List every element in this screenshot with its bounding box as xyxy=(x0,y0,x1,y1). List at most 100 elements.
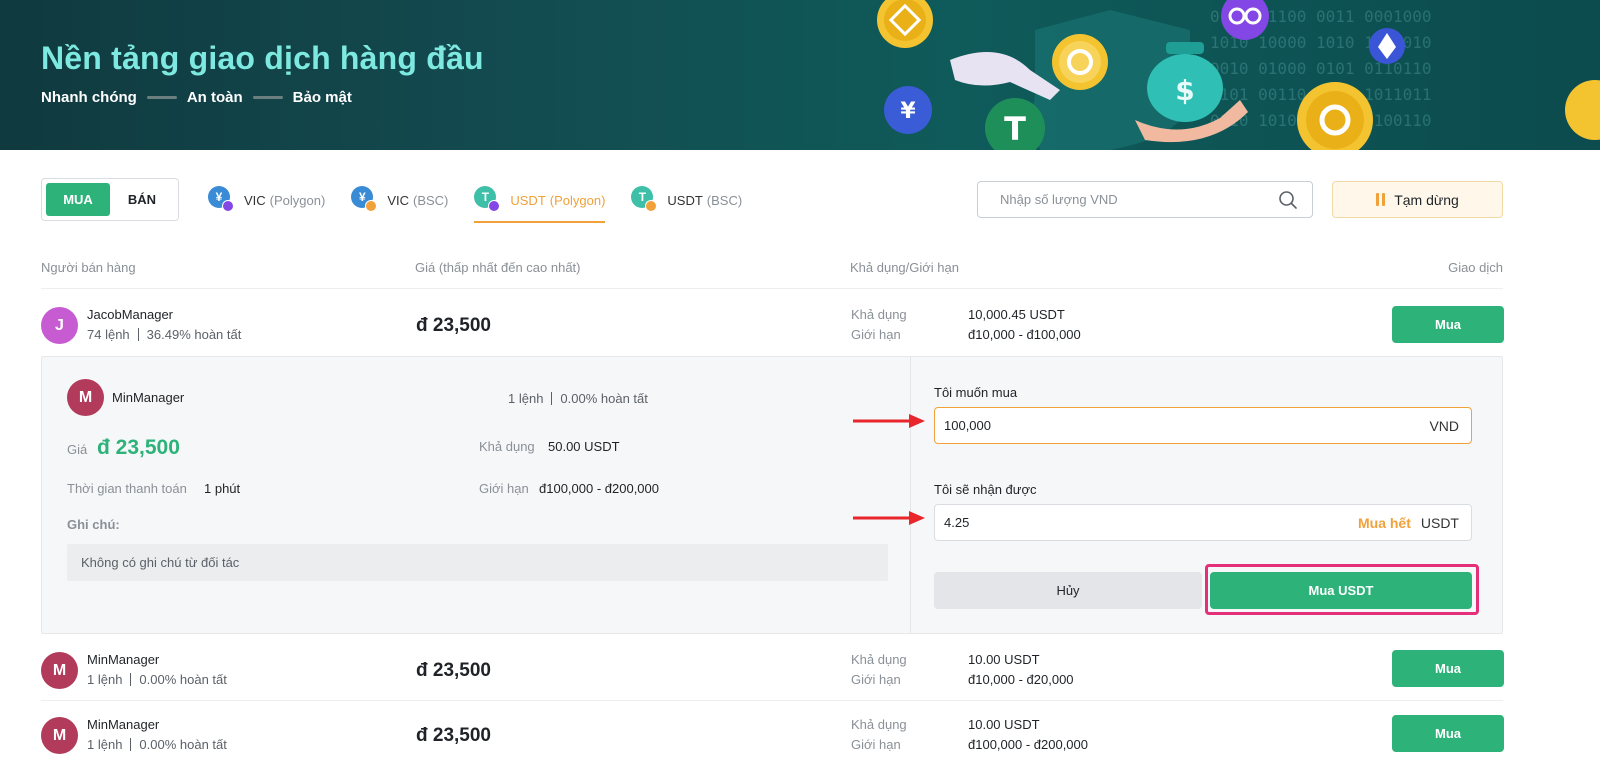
available-value: 10,000.45 USDT xyxy=(968,307,1065,322)
vnd-amount-field: VND xyxy=(934,407,1472,444)
want-buy-label: Tôi muốn mua xyxy=(934,385,1018,400)
detail-price: đ 23,500 xyxy=(97,436,180,459)
completion-rate: 0.00% hoàn tất xyxy=(560,391,648,406)
tagline-fast: Nhanh chóng xyxy=(41,89,137,106)
tab-coin-label: USDT xyxy=(667,192,703,208)
tab-network-label: (Polygon) xyxy=(269,192,326,208)
vnd-amount-search xyxy=(977,181,1313,218)
limit-label: Giới hạn xyxy=(479,481,529,496)
tab-network-label: (BSC) xyxy=(412,192,449,208)
vnd-unit: VND xyxy=(1429,417,1459,434)
avatar: M xyxy=(41,717,78,754)
seller-stats: 74 lệnh 36.49% hoàn tất xyxy=(87,327,241,342)
bnb-coin-icon xyxy=(877,0,933,48)
price: đ 23,500 xyxy=(416,660,491,681)
limit-value: đ10,000 - đ100,000 xyxy=(968,327,1081,342)
divider xyxy=(41,700,1503,701)
table-row: M MinManager 1 lệnh 0.00% hoàn tất đ 23,… xyxy=(41,705,1504,767)
vic-bsc-icon: ¥ xyxy=(351,186,379,214)
tab-coin-label: USDT xyxy=(510,192,546,208)
buy-sell-toggle: MUA BÁN xyxy=(41,178,179,221)
completion-rate: 0.00% hoàn tất xyxy=(139,737,227,752)
tagline-divider xyxy=(252,96,283,99)
sell-tab[interactable]: BÁN xyxy=(110,183,174,216)
seller-name[interactable]: MinManager xyxy=(87,717,159,732)
tab-vic-polygon[interactable]: ¥ VIC (Polygon) xyxy=(208,181,325,219)
limit-label: Giới hạn xyxy=(851,737,901,752)
eth-coin-icon xyxy=(1369,28,1405,64)
order-count: 1 lệnh xyxy=(87,672,123,687)
header-price: Giá (thấp nhất đến cao nhất) xyxy=(415,260,581,275)
note-label: Ghi chú: xyxy=(67,517,120,532)
tab-vic-bsc[interactable]: ¥ VIC (BSC) xyxy=(351,181,448,219)
red-arrow-icon xyxy=(853,414,925,428)
buy-button[interactable]: Mua xyxy=(1392,650,1504,687)
tab-usdt-bsc[interactable]: T USDT (BSC) xyxy=(631,181,742,219)
table-header: Người bán hàng Giá (thấp nhất đến cao nh… xyxy=(41,260,1503,290)
limit-value: đ100,000 - đ200,000 xyxy=(968,737,1088,752)
svg-text:$: $ xyxy=(1175,74,1194,107)
search-input[interactable] xyxy=(1000,192,1278,207)
buy-button[interactable]: Mua xyxy=(1392,306,1504,343)
order-count: 74 lệnh xyxy=(87,327,130,342)
completion-rate: 36.49% hoàn tất xyxy=(146,327,242,342)
available-value: 10.00 USDT xyxy=(968,652,1040,667)
available-value: 50.00 USDT xyxy=(548,439,620,454)
gold-coin-icon xyxy=(1052,34,1108,90)
limit-label: Giới hạn xyxy=(851,672,901,687)
price: đ 23,500 xyxy=(416,725,491,746)
pause-button[interactable]: Tạm dừng xyxy=(1332,181,1503,218)
order-count: 1 lệnh xyxy=(508,391,544,406)
buy-tab[interactable]: MUA xyxy=(46,183,110,216)
avatar: J xyxy=(41,307,78,344)
seller-name[interactable]: MinManager xyxy=(87,652,159,667)
avatar: M xyxy=(41,652,78,689)
highlight-annotation xyxy=(1205,564,1479,615)
usdt-receive-input[interactable] xyxy=(944,515,1358,530)
search-icon[interactable] xyxy=(1278,190,1298,210)
price: đ 23,500 xyxy=(416,315,491,336)
header-seller: Người bán hàng xyxy=(41,260,136,275)
vic-coin-icon: ¥ xyxy=(884,86,932,134)
header-available-limit: Khả dụng/Giới hạn xyxy=(850,260,959,275)
tab-network-label: (BSC) xyxy=(706,192,743,208)
available-value: 10.00 USDT xyxy=(968,717,1040,732)
seller-stats: 1 lệnh 0.00% hoàn tất xyxy=(87,737,227,752)
tagline-safe: An toàn xyxy=(186,89,243,106)
price-label: Giá xyxy=(67,442,88,457)
red-arrow-icon xyxy=(853,511,925,525)
tab-usdt-polygon[interactable]: T USDT (Polygon) xyxy=(474,181,606,223)
buy-all-button[interactable]: Mua hết xyxy=(1358,515,1411,531)
pause-label: Tạm dừng xyxy=(1394,191,1459,208)
divider xyxy=(41,288,1503,289)
limit-value: đ10,000 - đ20,000 xyxy=(968,672,1074,687)
header-trade: Giao dịch xyxy=(1448,260,1503,275)
completion-rate: 0.00% hoàn tất xyxy=(139,672,227,687)
vic-polygon-icon: ¥ xyxy=(208,186,236,214)
tab-coin-label: VIC xyxy=(387,192,409,208)
crypto-coins-illustration: ¥ T $ xyxy=(877,0,1600,150)
buy-button[interactable]: Mua xyxy=(1392,715,1504,752)
tagline-secure: Bảo mật xyxy=(292,89,352,106)
receive-label: Tôi sẽ nhận được xyxy=(934,482,1037,497)
asset-tabs: ¥ VIC (Polygon) ¥ VIC (BSC) T USDT (Poly… xyxy=(208,181,768,223)
tab-coin-label: VIC xyxy=(244,192,266,208)
available-label: Khả dụng xyxy=(851,307,907,322)
svg-text:T: T xyxy=(1004,110,1026,148)
available-label: Khả dụng xyxy=(479,439,535,454)
limit-value: đ100,000 - đ200,000 xyxy=(539,481,659,496)
order-detail-panel: M MinManager 1 lệnh 0.00% hoàn tất Giá đ… xyxy=(41,356,1503,634)
table-row: M MinManager 1 lệnh 0.00% hoàn tất đ 23,… xyxy=(41,640,1504,702)
seller-name[interactable]: JacobManager xyxy=(87,307,173,322)
order-count: 1 lệnh xyxy=(87,737,123,752)
vnd-amount-input[interactable] xyxy=(944,418,1420,433)
payment-time-label: Thời gian thanh toán xyxy=(67,481,187,496)
seller-stats: 1 lệnh 0.00% hoàn tất xyxy=(508,391,648,406)
seller-stats: 1 lệnh 0.00% hoàn tất xyxy=(87,672,227,687)
usdt-unit: USDT xyxy=(1420,514,1459,531)
usdt-polygon-icon: T xyxy=(474,186,502,214)
coin-icon xyxy=(1297,82,1373,150)
tagline-divider xyxy=(146,96,177,99)
table-row: J JacobManager 74 lệnh 36.49% hoàn tất đ… xyxy=(41,295,1504,357)
cancel-button[interactable]: Hủy xyxy=(934,572,1202,609)
